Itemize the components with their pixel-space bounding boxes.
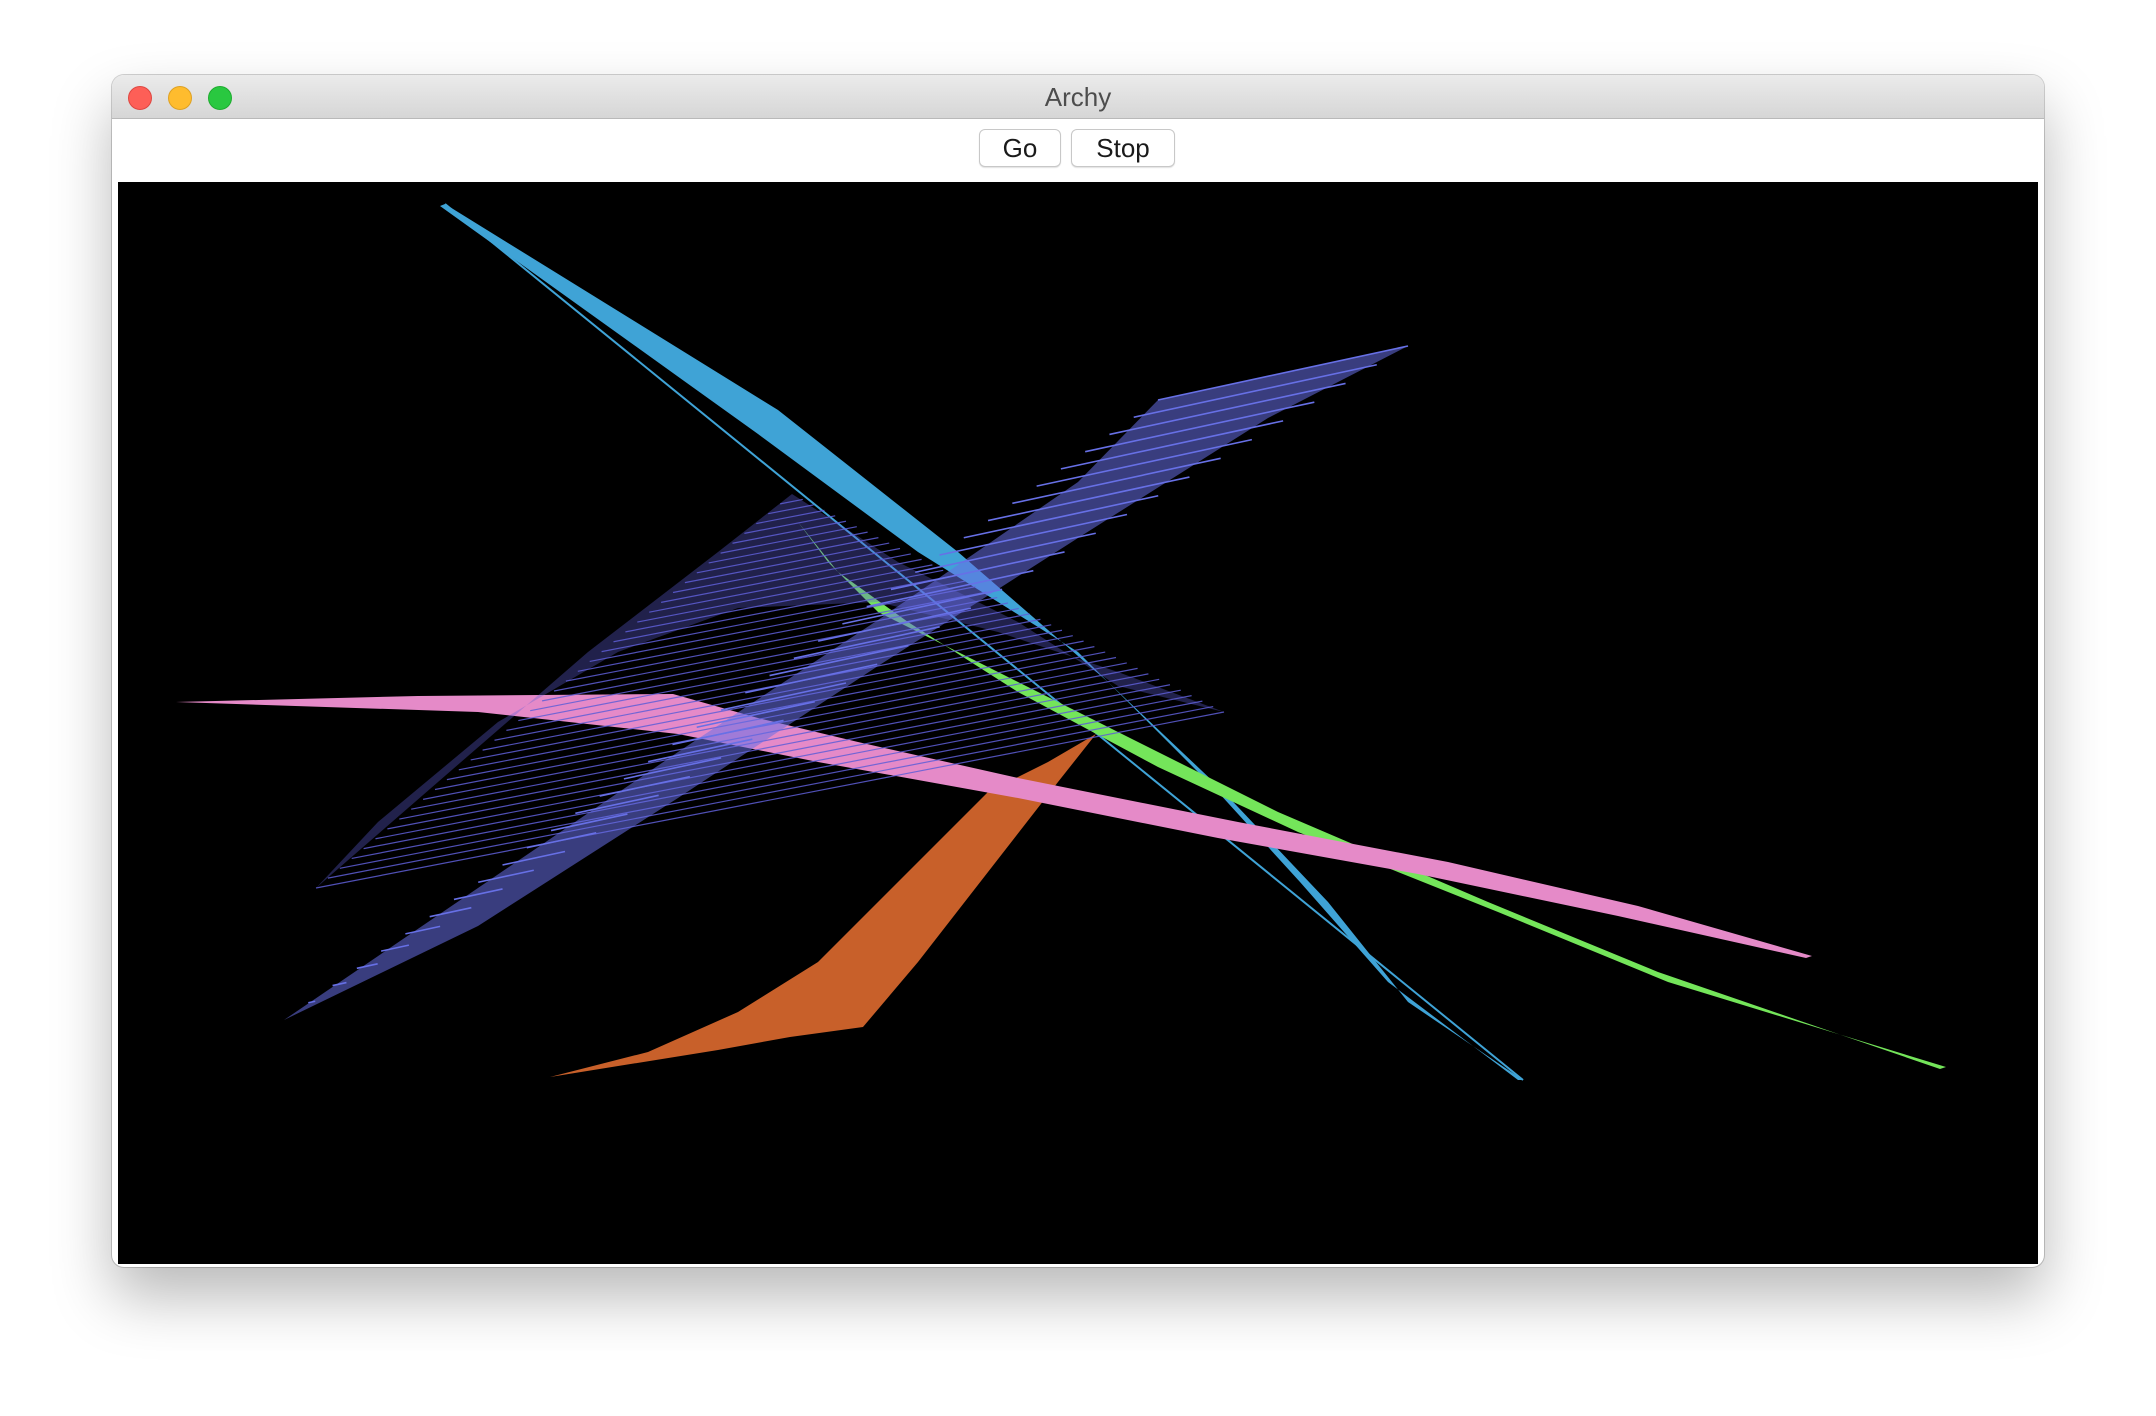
app-window: Archy Go Stop [112, 75, 2044, 1267]
go-button[interactable]: Go [979, 129, 1061, 167]
purple-mesh-ribbon [315, 494, 1225, 889]
window-title: Archy [1044, 82, 1112, 112]
blue-ribbon [284, 345, 1409, 1020]
title-bar[interactable]: Archy [112, 75, 2044, 119]
ribbons-drawing [176, 203, 1946, 1081]
purple-mesh-shape [316, 494, 1224, 888]
toolbar: Go Stop [112, 119, 2044, 176]
drawing-canvas[interactable] [118, 182, 2038, 1264]
stop-button[interactable]: Stop [1071, 129, 1175, 167]
